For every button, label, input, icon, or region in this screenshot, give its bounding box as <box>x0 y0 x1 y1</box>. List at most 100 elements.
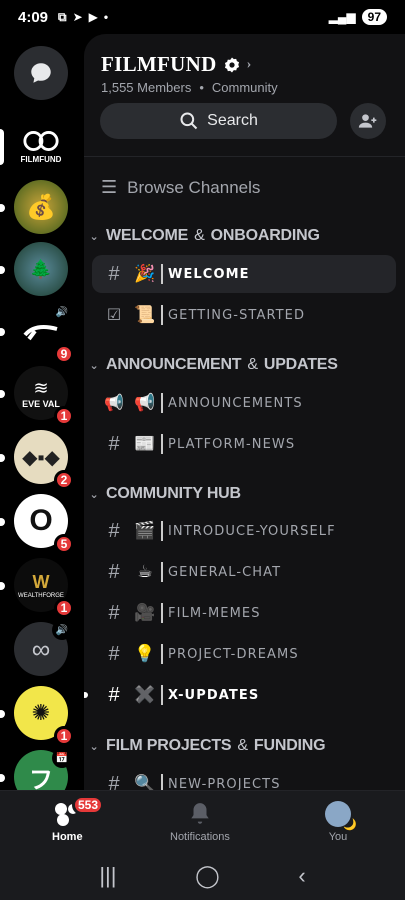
browse-channels-button[interactable]: ☰ Browse Channels <box>101 177 260 198</box>
list-icon: ☰ <box>101 177 118 197</box>
unread-pill <box>0 710 5 718</box>
channel-separator <box>161 434 163 454</box>
announcement-icon: 📢 <box>104 395 124 412</box>
filmfund-logo-icon <box>23 130 59 151</box>
chevron-right-icon: › <box>246 56 252 72</box>
server-beige[interactable]: ◆▪◆ 2 <box>14 430 74 490</box>
server-header[interactable]: FILMFUND › <box>101 52 252 77</box>
channel-new-projects[interactable]: # 🔍 NEW-PROJECTS <box>92 765 396 790</box>
rules-icon: ☑ <box>106 307 122 324</box>
play-icon: ▶ <box>88 10 98 24</box>
browse-channels-label: Browse Channels <box>127 177 261 197</box>
home-system-icon[interactable]: ◯ <box>195 863 220 889</box>
tab-label: You <box>328 831 348 843</box>
diamond-logo-icon: ◆▪◆ <box>22 446 60 469</box>
server-yellow[interactable]: ✺ 1 <box>14 686 74 746</box>
server-voice[interactable]: 🔊 9 <box>14 302 74 364</box>
channel-separator <box>161 521 163 541</box>
server-event[interactable]: ≋ EVE VAL 1 <box>14 366 74 426</box>
screenshot-icon: ⧉ <box>58 9 67 24</box>
channel-separator <box>161 644 163 664</box>
channel-emoji: 🎥 <box>134 603 156 622</box>
recent-apps-icon[interactable]: ||| <box>99 863 116 889</box>
green-logo-icon: フ <box>29 766 53 791</box>
channel-emoji: 🔍 <box>134 774 156 790</box>
server-infinity[interactable]: ∞ 🔊 <box>14 620 72 676</box>
category-rest: ONBOARDING <box>210 227 320 244</box>
server-green[interactable]: フ 📅 1 <box>14 748 72 791</box>
unread-badge: 1 <box>54 726 74 746</box>
locked-hash-icon: # <box>108 560 120 583</box>
server-forest[interactable]: 🌲 <box>14 242 68 296</box>
hash-icon: # <box>108 683 120 706</box>
speaker-icon: 🔊 <box>52 620 72 640</box>
channel-welcome[interactable]: # 🎉 WELCOME <box>92 255 396 293</box>
search-button[interactable]: Search <box>100 103 337 139</box>
tab-label: Home <box>52 831 83 843</box>
channel-x-updates[interactable]: # ✖️ X-UPDATES <box>84 676 396 714</box>
unread-pill <box>0 454 5 462</box>
server-filmfund[interactable]: FILMFUND <box>14 119 68 173</box>
locked-hash-icon: # <box>108 601 120 624</box>
bottom-nav: 553 Home Notifications 🌙 You <box>0 790 405 852</box>
back-icon[interactable]: ‹ <box>298 863 305 889</box>
server-rail: FILMFUND 💰 🌲 🔊 9 ≋ EVE VAL 1 ◆▪◆ 2 O 5 W… <box>0 34 84 790</box>
category-community-hub[interactable]: ⌄ COMMUNITY HUB <box>88 485 241 503</box>
search-label: Search <box>207 112 258 129</box>
server-wealthforge[interactable]: W WEALTHFORGE 1 <box>14 558 74 618</box>
w-logo-icon: W <box>32 571 50 592</box>
tab-notifications[interactable]: Notifications <box>170 801 230 843</box>
server-name: FILMFUND <box>101 52 217 76</box>
forest-icon: 🌲 <box>29 258 53 279</box>
channel-film-memes[interactable]: # 🎥 FILM-MEMES <box>92 594 396 632</box>
tab-home[interactable]: 553 Home <box>52 795 105 843</box>
channel-emoji: 📜 <box>134 305 156 324</box>
category-film-projects-funding[interactable]: ⌄ FILM PROJECTS & FUNDING <box>88 737 325 755</box>
channel-name: INTRODUCE-YOURSELF <box>168 523 336 539</box>
channel-name: FILM-MEMES <box>168 605 261 621</box>
event-logo-text: EVE VAL <box>22 398 60 409</box>
filmfund-logo-text: FILMFUND <box>20 154 62 164</box>
server-o[interactable]: O 5 <box>14 494 74 554</box>
gold-chest-icon: 💰 <box>26 193 56 221</box>
locked-hash-icon: # <box>108 772 120 791</box>
channel-name: GETTING-STARTED <box>168 307 306 323</box>
channel-emoji: ✖️ <box>134 685 156 704</box>
locked-hash-icon: # <box>108 432 120 455</box>
channel-separator <box>161 264 163 284</box>
channel-introduce-yourself[interactable]: # 🎬 INTRODUCE-YOURSELF <box>92 512 396 550</box>
layers-icon: ≋ <box>33 377 49 398</box>
category-announcement-updates[interactable]: ⌄ ANNOUNCEMENT & UPDATES <box>88 356 337 374</box>
chevron-down-icon: ⌄ <box>89 740 99 753</box>
unread-pill <box>0 204 5 212</box>
unread-badge: 2 <box>54 470 74 490</box>
channel-separator <box>161 562 163 582</box>
moon-status-icon: 🌙 <box>343 819 357 831</box>
category-amp: & <box>194 227 205 244</box>
channel-announcements[interactable]: 📢 📢 ANNOUNCEMENTS <box>92 384 396 422</box>
unread-pill <box>0 774 5 782</box>
invite-button[interactable] <box>350 103 386 139</box>
hash-icon: # <box>108 262 120 285</box>
channel-platform-news[interactable]: # 📰 PLATFORM-NEWS <box>92 425 396 463</box>
category-welcome-onboarding[interactable]: ⌄ WELCOME & ONBOARDING <box>88 227 320 245</box>
unread-pill <box>0 328 5 336</box>
unread-dot <box>84 692 88 698</box>
locked-hash-icon: # <box>108 519 120 542</box>
telegram-icon: ➤ <box>72 10 83 24</box>
channel-general-chat[interactable]: # ☕ GENERAL-CHAT <box>92 553 396 591</box>
category-name: FILM PROJECTS <box>106 737 232 754</box>
verified-badge-icon <box>224 57 239 72</box>
server-gold[interactable]: 💰 <box>14 180 68 234</box>
unread-pill <box>0 266 5 274</box>
channel-panel: FILMFUND › 1,555 Members • Community Sea… <box>84 34 405 790</box>
channel-separator <box>161 774 163 790</box>
direct-messages-button[interactable] <box>14 46 68 100</box>
channel-getting-started[interactable]: ☑ 📜 GETTING-STARTED <box>92 296 396 334</box>
channel-project-dreams[interactable]: # 💡 PROJECT-DREAMS <box>92 635 396 673</box>
channel-emoji: 📰 <box>134 434 156 453</box>
unread-pill <box>0 390 5 398</box>
unread-pill <box>0 518 5 526</box>
category-amp: & <box>237 737 248 754</box>
tab-you[interactable]: 🌙 You <box>325 801 357 843</box>
